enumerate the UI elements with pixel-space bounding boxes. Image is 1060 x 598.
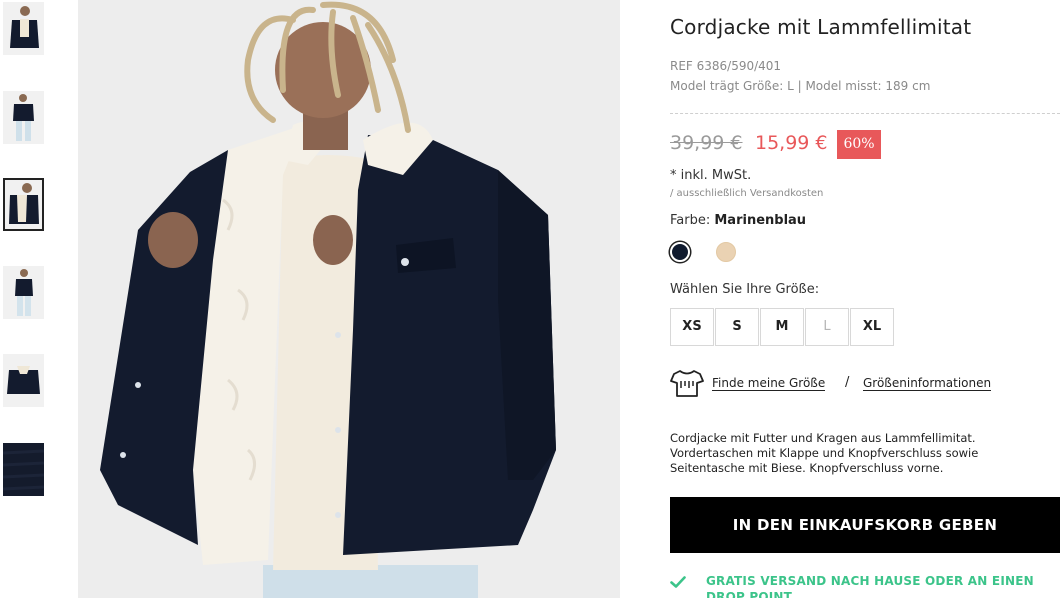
- link-separator: /: [845, 375, 850, 390]
- shipping-cost-note: / ausschließlich Versandkosten: [670, 188, 824, 199]
- vat-note: * inkl. MwSt.: [670, 168, 752, 183]
- add-to-cart-button[interactable]: IN DEN EINKAUFSKORB GEBEN: [670, 497, 1060, 553]
- thumbnail-3[interactable]: [3, 178, 44, 231]
- thumbnail-4[interactable]: [3, 266, 44, 319]
- size-selector: XS S M L XL: [670, 308, 895, 347]
- old-price: 39,99 €: [670, 132, 743, 154]
- thumbnail-6[interactable]: [3, 443, 44, 496]
- color-label: Farbe:: [670, 213, 711, 228]
- color-swatch-beige[interactable]: [716, 242, 736, 262]
- size-label: Wählen Sie Ihre Größe:: [670, 282, 820, 297]
- discount-badge: 60%: [837, 130, 881, 159]
- size-option-xs[interactable]: XS: [670, 308, 714, 346]
- free-shipping-row: GRATIS VERSAND NACH HAUSE ODER AN EINEN …: [670, 573, 1060, 598]
- color-swatch-navy[interactable]: [670, 242, 690, 262]
- free-shipping-text: GRATIS VERSAND NACH HAUSE ODER AN EINEN …: [706, 574, 1034, 598]
- model-info: Model trägt Größe: L | Model misst: 189 …: [670, 79, 931, 93]
- product-reference: REF 6386/590/401: [670, 59, 782, 73]
- color-label-row: Farbe: Marinenblau: [670, 213, 806, 228]
- product-info-panel: Cordjacke mit Lammfellimitat REF 6386/59…: [670, 0, 1060, 598]
- thumbnail-5[interactable]: [3, 354, 44, 407]
- product-description: Cordjacke mit Futter und Kragen aus Lamm…: [670, 431, 979, 475]
- size-option-xl[interactable]: XL: [850, 308, 894, 346]
- size-option-m[interactable]: M: [760, 308, 804, 346]
- tshirt-icon: [670, 370, 704, 397]
- thumbnail-1[interactable]: [3, 2, 44, 55]
- selected-color-name: Marinenblau: [714, 213, 807, 228]
- sale-price: 15,99 €: [755, 132, 828, 154]
- check-icon: [670, 576, 686, 588]
- thumbnail-gallery: [0, 0, 50, 598]
- product-title: Cordjacke mit Lammfellimitat: [670, 15, 972, 39]
- main-product-image[interactable]: [78, 0, 620, 598]
- find-my-size-link[interactable]: Finde meine Größe: [712, 376, 826, 391]
- size-information-link[interactable]: Größeninformationen: [863, 376, 992, 391]
- size-option-s[interactable]: S: [715, 308, 759, 346]
- divider: [670, 113, 1060, 114]
- thumbnail-2[interactable]: [3, 91, 44, 144]
- size-option-l[interactable]: L: [805, 308, 849, 346]
